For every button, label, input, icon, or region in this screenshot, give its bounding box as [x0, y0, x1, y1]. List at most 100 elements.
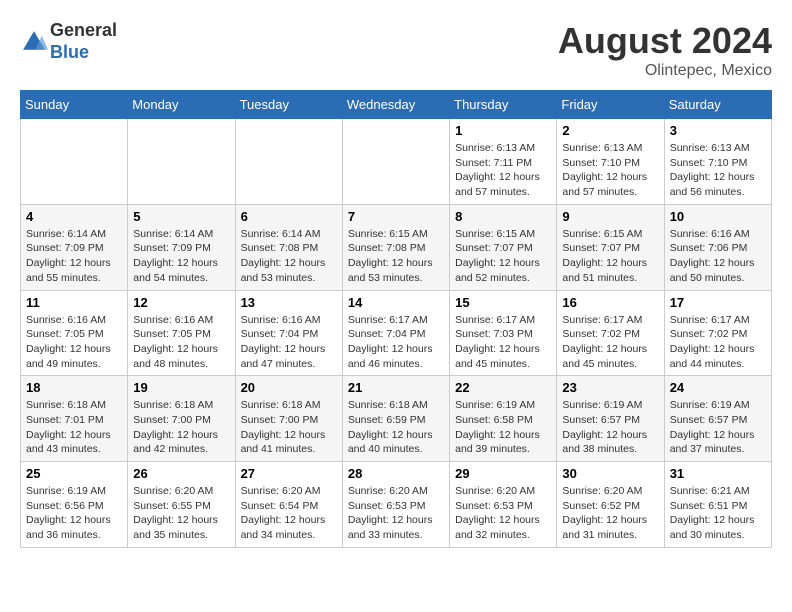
- day-info: Sunrise: 6:16 AM Sunset: 7:04 PM Dayligh…: [241, 313, 337, 372]
- day-number: 4: [26, 209, 122, 224]
- day-info: Sunrise: 6:13 AM Sunset: 7:10 PM Dayligh…: [562, 141, 658, 200]
- weekday-header: Thursday: [450, 91, 557, 119]
- day-info: Sunrise: 6:17 AM Sunset: 7:04 PM Dayligh…: [348, 313, 444, 372]
- day-info: Sunrise: 6:19 AM Sunset: 6:58 PM Dayligh…: [455, 398, 551, 457]
- day-number: 10: [670, 209, 766, 224]
- day-info: Sunrise: 6:14 AM Sunset: 7:08 PM Dayligh…: [241, 227, 337, 286]
- day-number: 22: [455, 380, 551, 395]
- day-info: Sunrise: 6:16 AM Sunset: 7:06 PM Dayligh…: [670, 227, 766, 286]
- weekday-header: Wednesday: [342, 91, 449, 119]
- day-number: 1: [455, 123, 551, 138]
- day-number: 26: [133, 466, 229, 481]
- day-number: 3: [670, 123, 766, 138]
- calendar-cell: 5Sunrise: 6:14 AM Sunset: 7:09 PM Daylig…: [128, 204, 235, 290]
- calendar-cell: [21, 119, 128, 205]
- day-info: Sunrise: 6:15 AM Sunset: 7:07 PM Dayligh…: [455, 227, 551, 286]
- day-info: Sunrise: 6:20 AM Sunset: 6:55 PM Dayligh…: [133, 484, 229, 543]
- day-info: Sunrise: 6:20 AM Sunset: 6:53 PM Dayligh…: [348, 484, 444, 543]
- day-number: 2: [562, 123, 658, 138]
- day-info: Sunrise: 6:20 AM Sunset: 6:52 PM Dayligh…: [562, 484, 658, 543]
- logo-icon: [20, 28, 48, 56]
- logo: General Blue: [20, 20, 117, 63]
- calendar-cell: 26 Sunrise: 6:20 AM Sunset: 6:55 PM Dayli…: [128, 462, 235, 548]
- month-year: August 2024: [558, 20, 772, 62]
- day-number: 6: [241, 209, 337, 224]
- day-info: Sunrise: 6:13 AM Sunset: 7:10 PM Dayligh…: [670, 141, 766, 200]
- day-info: Sunrise: 6:18 AM Sunset: 6:59 PM Dayligh…: [348, 398, 444, 457]
- day-number: 31: [670, 466, 766, 481]
- calendar-cell: [342, 119, 449, 205]
- day-number: 20: [241, 380, 337, 395]
- calendar-cell: 20 Sunrise: 6:18 AM Sunset: 7:00 PM Dayli…: [235, 376, 342, 462]
- weekday-header-row: SundayMondayTuesdayWednesdayThursdayFrid…: [21, 91, 772, 119]
- day-number: 17: [670, 295, 766, 310]
- calendar-cell: 8 Sunrise: 6:15 AM Sunset: 7:07 PM Daylig…: [450, 204, 557, 290]
- calendar-week-row: 18Sunrise: 6:18 AM Sunset: 7:01 PM Dayli…: [21, 376, 772, 462]
- logo-blue: Blue: [50, 42, 117, 64]
- day-number: 13: [241, 295, 337, 310]
- day-info: Sunrise: 6:21 AM Sunset: 6:51 PM Dayligh…: [670, 484, 766, 543]
- calendar-cell: 17 Sunrise: 6:17 AM Sunset: 7:02 PM Dayli…: [664, 290, 771, 376]
- calendar-cell: 22 Sunrise: 6:19 AM Sunset: 6:58 PM Dayli…: [450, 376, 557, 462]
- day-number: 29: [455, 466, 551, 481]
- calendar-cell: 6 Sunrise: 6:14 AM Sunset: 7:08 PM Daylig…: [235, 204, 342, 290]
- calendar-cell: 15Sunrise: 6:17 AM Sunset: 7:03 PM Dayli…: [450, 290, 557, 376]
- day-number: 27: [241, 466, 337, 481]
- day-number: 21: [348, 380, 444, 395]
- calendar-cell: 25 Sunrise: 6:19 AM Sunset: 6:56 PM Dayli…: [21, 462, 128, 548]
- day-info: Sunrise: 6:13 AM Sunset: 7:11 PM Dayligh…: [455, 141, 551, 200]
- day-number: 28: [348, 466, 444, 481]
- weekday-header: Monday: [128, 91, 235, 119]
- day-number: 8: [455, 209, 551, 224]
- day-info: Sunrise: 6:14 AM Sunset: 7:09 PM Dayligh…: [26, 227, 122, 286]
- day-info: Sunrise: 6:19 AM Sunset: 6:57 PM Dayligh…: [562, 398, 658, 457]
- calendar-cell: 27 Sunrise: 6:20 AM Sunset: 6:54 PM Dayli…: [235, 462, 342, 548]
- title-block: August 2024 Olintepec, Mexico: [558, 20, 772, 80]
- calendar-cell: 18Sunrise: 6:18 AM Sunset: 7:01 PM Dayli…: [21, 376, 128, 462]
- day-number: 11: [26, 295, 122, 310]
- calendar-cell: 13 Sunrise: 6:16 AM Sunset: 7:04 PM Dayli…: [235, 290, 342, 376]
- day-info: Sunrise: 6:20 AM Sunset: 6:54 PM Dayligh…: [241, 484, 337, 543]
- calendar-cell: 16 Sunrise: 6:17 AM Sunset: 7:02 PM Dayli…: [557, 290, 664, 376]
- calendar-cell: [128, 119, 235, 205]
- day-info: Sunrise: 6:20 AM Sunset: 6:53 PM Dayligh…: [455, 484, 551, 543]
- day-number: 15: [455, 295, 551, 310]
- calendar-week-row: 25 Sunrise: 6:19 AM Sunset: 6:56 PM Dayli…: [21, 462, 772, 548]
- day-number: 25: [26, 466, 122, 481]
- day-info: Sunrise: 6:17 AM Sunset: 7:02 PM Dayligh…: [562, 313, 658, 372]
- weekday-header: Sunday: [21, 91, 128, 119]
- day-number: 19: [133, 380, 229, 395]
- day-info: Sunrise: 6:16 AM Sunset: 7:05 PM Dayligh…: [133, 313, 229, 372]
- calendar-cell: 1 Sunrise: 6:13 AM Sunset: 7:11 PM Daylig…: [450, 119, 557, 205]
- day-info: Sunrise: 6:17 AM Sunset: 7:02 PM Dayligh…: [670, 313, 766, 372]
- day-number: 24: [670, 380, 766, 395]
- day-info: Sunrise: 6:19 AM Sunset: 6:57 PM Dayligh…: [670, 398, 766, 457]
- day-number: 9: [562, 209, 658, 224]
- calendar-cell: 31 Sunrise: 6:21 AM Sunset: 6:51 PM Dayli…: [664, 462, 771, 548]
- day-info: Sunrise: 6:18 AM Sunset: 7:00 PM Dayligh…: [241, 398, 337, 457]
- calendar-table: SundayMondayTuesdayWednesdayThursdayFrid…: [20, 90, 772, 548]
- day-info: Sunrise: 6:15 AM Sunset: 7:07 PM Dayligh…: [562, 227, 658, 286]
- day-info: Sunrise: 6:19 AM Sunset: 6:56 PM Dayligh…: [26, 484, 122, 543]
- calendar-cell: 11Sunrise: 6:16 AM Sunset: 7:05 PM Dayli…: [21, 290, 128, 376]
- day-number: 5: [133, 209, 229, 224]
- day-number: 16: [562, 295, 658, 310]
- day-number: 12: [133, 295, 229, 310]
- calendar-cell: 12 Sunrise: 6:16 AM Sunset: 7:05 PM Dayli…: [128, 290, 235, 376]
- calendar-cell: 21 Sunrise: 6:18 AM Sunset: 6:59 PM Dayli…: [342, 376, 449, 462]
- logo-general: General: [50, 20, 117, 42]
- calendar-cell: 2 Sunrise: 6:13 AM Sunset: 7:10 PM Daylig…: [557, 119, 664, 205]
- calendar-week-row: 11 Sunrise: 6:16 AM Sunset: 7:05 PM Dayli…: [21, 290, 772, 376]
- day-number: 30: [562, 466, 658, 481]
- calendar-cell: 9 Sunrise: 6:15 AM Sunset: 7:07 PM Daylig…: [557, 204, 664, 290]
- calendar-cell: 24 Sunrise: 6:19 AM Sunset: 6:57 PM Dayli…: [664, 376, 771, 462]
- calendar-cell: 19 Sunrise: 6:18 AM Sunset: 7:00 PM Dayli…: [128, 376, 235, 462]
- day-info: Sunrise: 6:18 AM Sunset: 7:00 PM Dayligh…: [133, 398, 229, 457]
- calendar-cell: 10 Sunrise: 6:16 AM Sunset: 7:06 PM Dayli…: [664, 204, 771, 290]
- weekday-header: Saturday: [664, 91, 771, 119]
- calendar-cell: [235, 119, 342, 205]
- calendar-cell: 30 Sunrise: 6:20 AM Sunset: 6:52 PM Dayli…: [557, 462, 664, 548]
- calendar-cell: 7Sunrise: 6:15 AM Sunset: 7:08 PM Daylig…: [342, 204, 449, 290]
- calendar-cell: 23Sunrise: 6:19 AM Sunset: 6:57 PM Dayli…: [557, 376, 664, 462]
- location: Olintepec, Mexico: [558, 62, 772, 80]
